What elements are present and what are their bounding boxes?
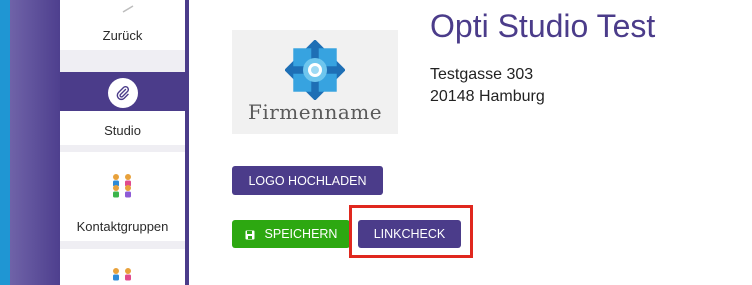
sidebar-rail [185,0,189,285]
address-street: Testgasse 303 [430,66,534,83]
logo-company-name: Firmenname [247,100,383,124]
back-arrow-icon [122,0,134,13]
paperclip-icon [108,78,138,108]
sidebar-item-studio[interactable]: Studio [60,72,185,145]
contact-groups-icon [106,168,138,200]
side-gradient [10,0,60,285]
sidebar-item-back[interactable]: Zurück [60,0,185,50]
floppy-disk-icon [245,229,255,240]
save-label: SPEICHERN [264,227,338,241]
sidebar-item-contact-groups-2[interactable] [60,249,185,285]
sidebar-item-label: Kontaktgruppen [76,219,169,234]
sidebar-item-label: Zurück [102,28,143,43]
logo-mandala-icon [285,40,345,100]
page-title: Opti Studio Test [430,8,656,44]
sidebar-item-label: Studio [104,123,141,138]
contact-groups-icon [106,262,138,285]
edge-bar [0,0,10,285]
linkcheck-button[interactable]: LINKCHECK [358,220,461,248]
sidebar-item-contact-groups[interactable]: Kontaktgruppen [60,152,185,241]
app-window: Zurück Studio Kontaktgruppen Firmenname … [0,0,752,285]
address-city: 20148 Hamburg [430,88,545,105]
upload-logo-label: LOGO HOCHLADEN [248,173,367,188]
save-button[interactable]: SPEICHERN [232,220,350,248]
linkcheck-label: LINKCHECK [373,227,446,241]
company-logo: Firmenname [232,30,398,134]
upload-logo-button[interactable]: LOGO HOCHLADEN [232,166,383,195]
